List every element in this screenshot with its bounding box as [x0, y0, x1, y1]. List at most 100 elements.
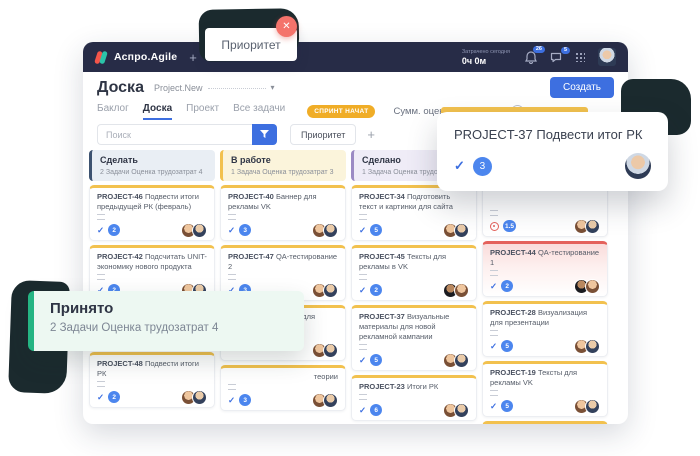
tab-project[interactable]: Проект — [186, 103, 219, 120]
task-title: PROJECT-42 Подсчитать UNIT-экономику нов… — [97, 252, 207, 272]
task-title: PROJECT-47 QA-тестирование 2 — [228, 252, 338, 272]
apps-grid-icon[interactable] — [575, 52, 585, 62]
description-icon — [490, 270, 498, 276]
topbar: Аспро.Agile + Сп Затрачено сегодня 0ч 0м… — [83, 42, 628, 72]
messages-icon[interactable]: 5 — [550, 52, 562, 63]
project-selector[interactable]: Project.New ▾ — [154, 83, 275, 93]
task-card[interactable]: PROJECT-28 Визуализация для презентации … — [482, 301, 608, 357]
avatar — [192, 390, 207, 405]
task-title: PROJECT-45 Тексты для рекламы в VK — [359, 252, 469, 272]
task-card[interactable]: PROJECT-46 Подвести итоги предыдущей РК … — [89, 185, 215, 241]
filter-button[interactable] — [252, 124, 277, 145]
estimate-badge: 2 — [501, 280, 513, 292]
task-card[interactable]: PROJECT-45 Тексты для рекламы в VK ✓ 2 — [351, 245, 477, 301]
priority-filter-chip[interactable]: Приоритет — [290, 124, 356, 145]
task-card[interactable]: PROJECT-48 Подвести итоги РК ✓ 2 — [89, 352, 215, 408]
column-todo: Сделать 2 Задачи Оценка трудозатрат 4 PR… — [89, 150, 215, 408]
task-card[interactable]: PROJECT-37 Визуальные материалы для ново… — [351, 305, 477, 371]
description-icon — [228, 274, 236, 280]
tab-all-tasks[interactable]: Все задачи — [233, 103, 285, 120]
check-icon: ✓ — [97, 226, 104, 235]
description-icon — [228, 214, 236, 220]
estimate-badge: 3 — [239, 394, 251, 406]
task-title: PROJECT-48 Подвести итоги РК — [97, 359, 207, 379]
check-icon: ✓ — [490, 282, 497, 291]
description-icon — [97, 274, 105, 280]
search-input[interactable] — [97, 124, 252, 145]
column-header: Сделать 2 Задачи Оценка трудозатрат 4 — [89, 150, 215, 181]
time-tracker[interactable]: Затрачено сегодня 0ч 0м — [462, 49, 510, 66]
description-icon — [228, 384, 236, 390]
close-icon[interactable]: ✕ — [276, 16, 297, 37]
task-card[interactable]: PROJECT-40 Баннер для рекламы VK ✓ 3 — [220, 185, 346, 241]
logo-text: Аспро.Agile — [114, 51, 177, 63]
accepted-title: Принято — [50, 300, 288, 317]
chevron-down-icon: ▾ — [270, 83, 274, 92]
tab-backlog[interactable]: Баклог — [97, 103, 129, 120]
task-card[interactable]: PROJECT-19 Тексты для рекламы VK ✓ 5 — [482, 361, 608, 417]
task-title: теории — [228, 372, 338, 382]
task-title: PROJECT-46 Подвести итоги предыдущей РК … — [97, 192, 207, 212]
task-card[interactable]: PROJECT-16 Подвести итоги РК — [482, 421, 608, 424]
task-card[interactable]: PROJECT-44 QA-тестирование 1 ✓ 2 — [482, 241, 608, 297]
check-icon: ✓ — [228, 396, 235, 405]
avatar — [323, 223, 338, 238]
check-icon: ✓ — [359, 356, 366, 365]
avatar — [454, 353, 469, 368]
check-icon: ✓ — [454, 158, 465, 174]
add-filter-icon[interactable]: + — [367, 127, 375, 142]
avatar — [323, 283, 338, 298]
column-title: В работе — [231, 155, 338, 166]
accepted-column-callout: Принято 2 Задачи Оценка трудозатрат 4 — [28, 291, 304, 351]
description-icon — [359, 214, 367, 220]
column-title: Сделать — [100, 155, 207, 166]
description-icon — [490, 390, 498, 396]
check-icon: ✓ — [359, 226, 366, 235]
app-logo[interactable]: Аспро.Agile — [95, 51, 177, 64]
avatar — [585, 279, 600, 294]
notifications-bell-icon[interactable]: 26 — [525, 51, 537, 64]
logo-icon — [95, 51, 108, 64]
estimate-badge: 6 — [370, 404, 382, 416]
estimate-badge: 1.5 — [503, 220, 516, 232]
estimate-badge: 3 — [473, 157, 492, 176]
estimate-badge: 5 — [501, 400, 513, 412]
task-title: PROJECT-44 QA-тестирование 1 — [490, 248, 600, 268]
tab-board[interactable]: Доска — [143, 103, 172, 120]
avatar — [625, 153, 651, 179]
priority-tooltip-label: Приоритет — [221, 38, 280, 52]
task-title: PROJECT-34 Подготовить текст и картинки … — [359, 192, 469, 212]
description-icon — [97, 214, 105, 220]
description-icon — [490, 330, 498, 336]
task-title: PROJECT-23 Итоги РК — [359, 382, 469, 392]
avatar — [323, 343, 338, 358]
estimate-badge: 5 — [370, 354, 382, 366]
description-icon — [97, 381, 105, 387]
task-title: PROJECT-37 Визуальные материалы для ново… — [359, 312, 469, 342]
zoomed-task-card[interactable]: PROJECT-37 Подвести итог РК ✓ 3 — [437, 112, 668, 191]
avatar — [454, 403, 469, 418]
check-icon: ✓ — [228, 226, 235, 235]
description-icon — [359, 274, 367, 280]
estimate-badge: 2 — [108, 391, 120, 403]
avatar — [323, 393, 338, 408]
zoomed-task-title: PROJECT-37 Подвести итог РК — [454, 127, 651, 142]
task-card[interactable]: PROJECT-34 Подготовить текст и картинки … — [351, 185, 477, 241]
time-tracker-value: 0ч 0м — [462, 56, 510, 66]
topbar-right-group: Затрачено сегодня 0ч 0м 26 5 — [462, 48, 616, 66]
user-avatar[interactable] — [598, 48, 616, 66]
create-button[interactable]: Создать — [550, 77, 614, 98]
estimate-badge: 2 — [370, 284, 382, 296]
description-icon — [359, 394, 367, 400]
task-card[interactable]: теории ✓ 3 — [220, 365, 346, 411]
avatar — [454, 283, 469, 298]
add-icon[interactable]: + — [189, 51, 197, 64]
page-title: Доска — [97, 79, 144, 96]
project-name: Project.New — [154, 83, 203, 93]
task-title: PROJECT-40 Баннер для рекламы VK — [228, 192, 338, 212]
check-icon: ✓ — [359, 406, 366, 415]
check-icon: ✓ — [97, 393, 104, 402]
task-card[interactable]: 1.5 — [482, 185, 608, 237]
estimate-badge: 3 — [239, 224, 251, 236]
task-card[interactable]: PROJECT-23 Итоги РК ✓ 6 — [351, 375, 477, 421]
